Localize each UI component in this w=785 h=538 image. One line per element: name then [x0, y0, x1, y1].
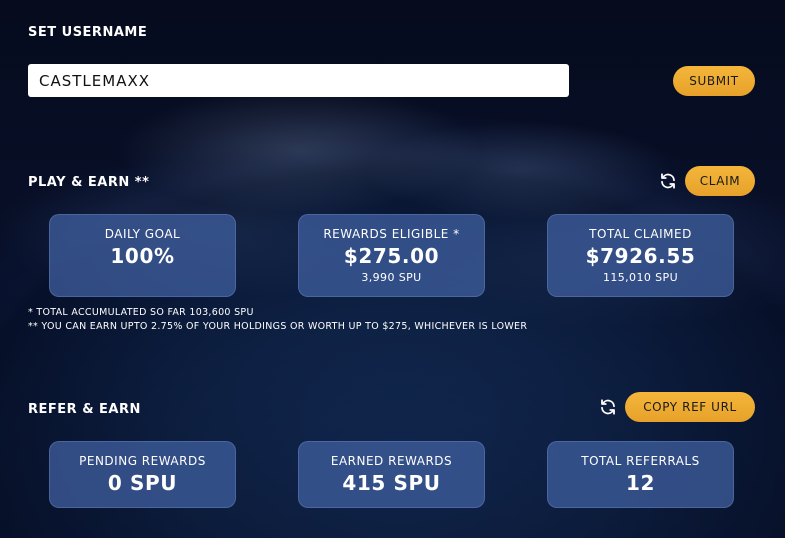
total-referrals-label: TOTAL REFERRALS: [581, 454, 700, 468]
daily-goal-value: 100%: [110, 244, 175, 268]
submit-button[interactable]: SUBMIT: [673, 66, 755, 96]
total-claimed-label: TOTAL CLAIMED: [589, 227, 692, 241]
earned-rewards-label: EARNED REWARDS: [330, 454, 453, 468]
claim-button[interactable]: CLAIM: [685, 166, 755, 196]
daily-goal-card: DAILY GOAL 100%: [49, 214, 236, 297]
earned-rewards-card: EARNED REWARDS 415 SPU: [298, 441, 485, 508]
total-claimed-card: TOTAL CLAIMED $7926.55 115,010 SPU: [547, 214, 734, 297]
total-claimed-value: $7926.55: [585, 244, 696, 268]
total-referrals-card: TOTAL REFERRALS 12: [547, 441, 734, 508]
pending-rewards-label: PENDING REWARDS: [79, 454, 206, 468]
daily-goal-label: DAILY GOAL: [104, 227, 181, 241]
set-username-title: SET USERNAME: [28, 25, 148, 40]
total-referrals-value: 12: [625, 471, 656, 495]
rewards-panel: SET USERNAME SUBMIT PLAY & EARN ** CLAIM…: [0, 0, 785, 538]
footnote-accumulated: * TOTAL ACCUMULATED SO FAR 103,600 SPU: [28, 307, 254, 318]
username-input[interactable]: [28, 64, 569, 97]
rewards-eligible-spu: 3,990 SPU: [361, 271, 422, 284]
rewards-eligible-value: $275.00: [343, 244, 440, 268]
refresh-icon[interactable]: [599, 398, 617, 416]
pending-rewards-value: 0 SPU: [107, 471, 178, 495]
rewards-eligible-label: REWARDS ELIGIBLE *: [323, 227, 460, 241]
footnote-earn-limit: ** YOU CAN EARN UPTO 2.75% OF YOUR HOLDI…: [28, 321, 528, 332]
refresh-icon[interactable]: [659, 172, 677, 190]
rewards-eligible-card: REWARDS ELIGIBLE * $275.00 3,990 SPU: [298, 214, 485, 297]
copy-ref-url-button[interactable]: COPY REF URL: [625, 392, 755, 422]
total-claimed-spu: 115,010 SPU: [602, 271, 679, 284]
refer-earn-title: REFER & EARN: [28, 402, 141, 417]
earned-rewards-value: 415 SPU: [342, 471, 441, 495]
play-earn-title: PLAY & EARN **: [28, 175, 150, 190]
pending-rewards-card: PENDING REWARDS 0 SPU: [49, 441, 236, 508]
